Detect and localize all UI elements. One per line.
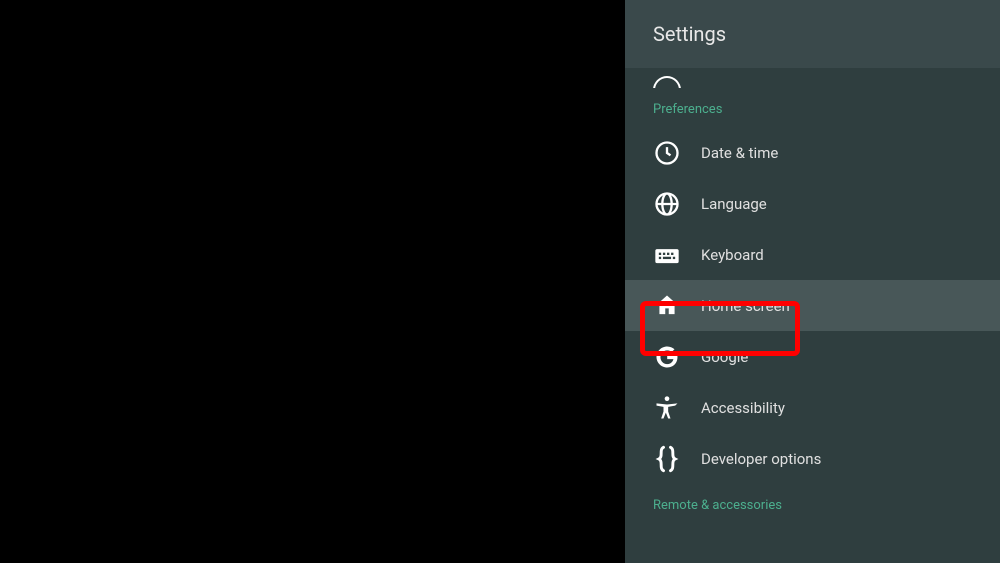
settings-item-label: Accessibility (701, 399, 785, 417)
settings-item-keyboard[interactable]: Keyboard (625, 229, 1000, 280)
google-icon (653, 343, 681, 371)
settings-item-home-screen[interactable]: Home screen (625, 280, 1000, 331)
accessibility-icon (653, 394, 681, 422)
dimmed-background (0, 0, 625, 563)
clock-icon (653, 139, 681, 167)
settings-item-label: Home screen (701, 297, 790, 315)
settings-item-language[interactable]: Language (625, 178, 1000, 229)
peek-icon (653, 76, 681, 88)
settings-item-label: Language (701, 195, 767, 213)
settings-item-label: Developer options (701, 450, 821, 468)
settings-item-google[interactable]: Google (625, 331, 1000, 382)
settings-item-developer-options[interactable]: Developer options (625, 433, 1000, 484)
settings-header: Settings (625, 0, 1000, 68)
settings-item-accessibility[interactable]: Accessibility (625, 382, 1000, 433)
settings-item-label: Keyboard (701, 246, 764, 264)
settings-title: Settings (653, 22, 972, 46)
section-remote-title: Remote & accessories (625, 484, 1000, 523)
section-preferences-title: Preferences (625, 88, 1000, 127)
settings-item-label: Date & time (701, 144, 778, 162)
globe-icon (653, 190, 681, 218)
settings-item-date-time[interactable]: Date & time (625, 127, 1000, 178)
settings-panel: Settings Preferences Date & time Languag… (625, 0, 1000, 563)
keyboard-icon (653, 241, 681, 269)
settings-item-label: Google (701, 348, 748, 366)
home-icon (653, 292, 681, 320)
previous-item-peek (625, 68, 1000, 88)
developer-icon (653, 445, 681, 473)
